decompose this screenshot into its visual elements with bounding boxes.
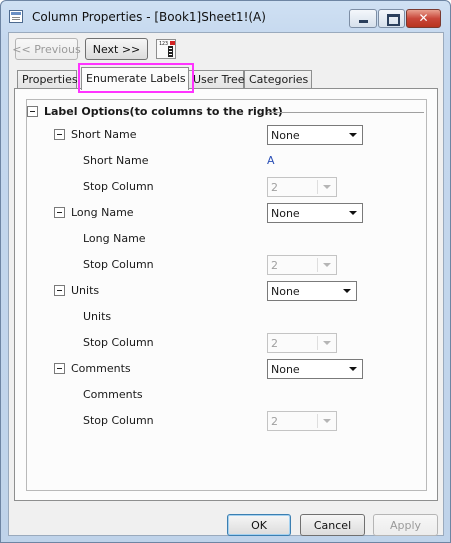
collapse-short-name-icon[interactable] xyxy=(54,129,65,140)
tab-panel: Label Options(to columns to the right) S… xyxy=(14,88,438,501)
chevron-down-icon xyxy=(323,263,331,267)
short-name-select[interactable]: None xyxy=(267,125,363,145)
long-name-select[interactable]: None xyxy=(267,203,363,223)
units-stop-column-value: 2 xyxy=(271,337,278,350)
ok-button[interactable]: OK xyxy=(227,514,291,536)
previous-button[interactable]: << Previous xyxy=(12,38,81,60)
maximize-button[interactable] xyxy=(378,9,405,28)
short-name-stop-column-value: 2 xyxy=(271,181,278,194)
combo-divider xyxy=(317,258,318,272)
short-name-value: A xyxy=(267,154,275,167)
collapse-units-icon[interactable] xyxy=(54,285,65,296)
units-label: Units xyxy=(71,284,100,297)
tab-user-tree[interactable]: User Tree xyxy=(188,70,245,89)
tool-icon-digits: 123 xyxy=(159,41,169,47)
chevron-down-icon xyxy=(323,185,331,189)
short-name-value-label: Short Name xyxy=(83,154,149,167)
chevron-down-icon xyxy=(349,133,357,137)
enumerate-labels-tool-button[interactable]: 123 xyxy=(156,39,176,59)
window-app-icon xyxy=(9,10,23,23)
comments-value-label: Comments xyxy=(83,388,143,401)
comments-stop-column-select[interactable]: 2 xyxy=(267,411,337,431)
short-name-stop-column-select[interactable]: 2 xyxy=(267,177,337,197)
comments-stop-column-label: Stop Column xyxy=(83,414,154,427)
combo-divider xyxy=(317,180,318,194)
tab-properties[interactable]: Properties xyxy=(17,70,78,89)
dialog-client-area: << Previous Next >> 123 Properties Enume… xyxy=(8,32,444,536)
short-name-select-value: None xyxy=(271,129,300,142)
long-name-label: Long Name xyxy=(71,206,134,219)
chevron-down-icon xyxy=(323,419,331,423)
minimize-button[interactable] xyxy=(349,9,377,28)
close-icon: ✕ xyxy=(418,11,429,25)
long-name-stop-column-select[interactable]: 2 xyxy=(267,255,337,275)
collapse-long-name-icon[interactable] xyxy=(54,207,65,218)
group-separator xyxy=(268,112,424,113)
tab-categories[interactable]: Categories xyxy=(244,70,312,89)
units-value-label: Units xyxy=(83,310,112,323)
short-name-stop-column-label: Stop Column xyxy=(83,180,154,193)
tab-highlight-box xyxy=(78,63,194,93)
window-title: Column Properties - [Book1]Sheet1!(A) xyxy=(32,10,266,24)
comments-select[interactable]: None xyxy=(267,359,363,379)
chevron-down-icon xyxy=(349,211,357,215)
collapse-group-icon[interactable] xyxy=(27,106,38,117)
combo-divider xyxy=(317,414,318,428)
apply-button[interactable]: Apply xyxy=(373,514,438,536)
red-marker-icon xyxy=(170,41,175,45)
title-bar[interactable]: Column Properties - [Book1]Sheet1!(A) ✕ xyxy=(1,1,450,31)
close-button[interactable]: ✕ xyxy=(406,9,441,28)
dialog-window: Column Properties - [Book1]Sheet1!(A) ✕ … xyxy=(0,0,451,543)
comments-label: Comments xyxy=(71,362,131,375)
worksheet-column-icon xyxy=(168,46,173,57)
chevron-down-icon xyxy=(343,289,351,293)
chevron-down-icon xyxy=(349,367,357,371)
combo-divider xyxy=(317,336,318,350)
label-options-title: Label Options(to columns to the right) xyxy=(44,105,283,118)
long-name-value-label: Long Name xyxy=(83,232,146,245)
comments-select-value: None xyxy=(271,363,300,376)
units-stop-column-select[interactable]: 2 xyxy=(267,333,337,353)
units-select-value: None xyxy=(271,285,300,298)
chevron-down-icon xyxy=(323,341,331,345)
units-select[interactable]: None xyxy=(267,281,357,301)
long-name-select-value: None xyxy=(271,207,300,220)
cancel-button[interactable]: Cancel xyxy=(300,514,365,536)
long-name-stop-column-value: 2 xyxy=(271,259,278,272)
comments-stop-column-value: 2 xyxy=(271,415,278,428)
collapse-comments-icon[interactable] xyxy=(54,363,65,374)
units-stop-column-label: Stop Column xyxy=(83,336,154,349)
short-name-label: Short Name xyxy=(71,128,137,141)
next-button[interactable]: Next >> xyxy=(85,38,148,60)
long-name-stop-column-label: Stop Column xyxy=(83,258,154,271)
